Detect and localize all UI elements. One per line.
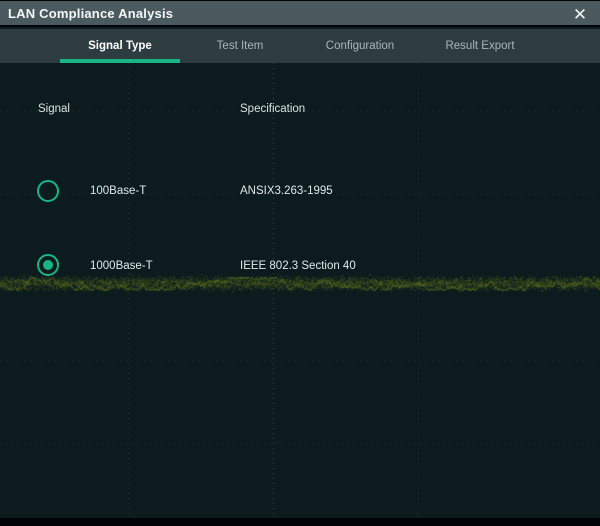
tab-configuration[interactable]: Configuration (300, 29, 420, 63)
close-button[interactable]: ✕ (564, 1, 596, 27)
lan-compliance-dialog: LAN Compliance Analysis ✕ Signal Type Te… (0, 0, 600, 526)
radio-100base-t[interactable] (37, 180, 59, 202)
tab-bar: Signal Type Test Item Configuration Resu… (0, 29, 600, 63)
signal-label-100base-t[interactable]: 100Base-T (90, 185, 146, 197)
radio-dot (43, 186, 53, 196)
tab-result-export[interactable]: Result Export (420, 29, 540, 63)
column-header-specification: Specification (240, 103, 305, 115)
tab-test-item[interactable]: Test Item (180, 29, 300, 63)
title-bar: LAN Compliance Analysis ✕ (0, 1, 600, 27)
bottom-bezel (0, 518, 600, 526)
close-icon: ✕ (573, 6, 587, 23)
tab-signal-type[interactable]: Signal Type (60, 29, 180, 63)
signal-label-1000base-t[interactable]: 1000Base-T (90, 260, 153, 272)
spec-label-100base-t: ANSIX3.263-1995 (240, 185, 333, 197)
spec-label-1000base-t: IEEE 802.3 Section 40 (240, 260, 356, 272)
grid-line (0, 443, 600, 444)
grid-line (0, 360, 600, 361)
radio-1000base-t[interactable] (37, 254, 59, 276)
radio-dot (43, 260, 53, 270)
dialog-title: LAN Compliance Analysis (0, 6, 173, 21)
column-header-signal: Signal (38, 103, 70, 115)
